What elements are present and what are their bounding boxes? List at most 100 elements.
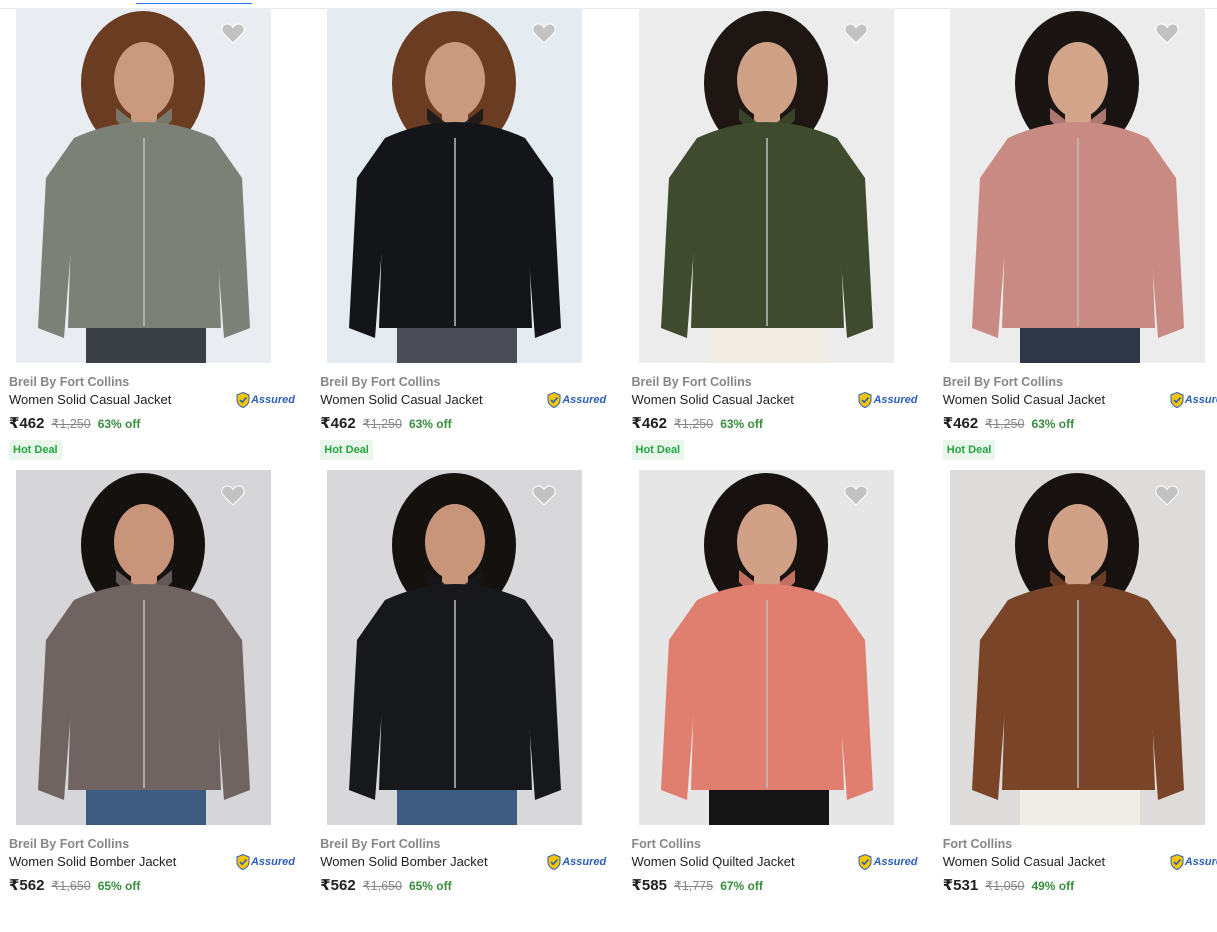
heart-icon: [221, 23, 245, 44]
product-image[interactable]: [327, 470, 583, 825]
assured-label: Assured: [250, 855, 295, 868]
product-card[interactable]: Breil By Fort Collins Women Solid Casual…: [311, 8, 622, 470]
selling-price: ₹462: [942, 415, 979, 432]
price-row: ₹585 ₹1,775 67% off: [632, 876, 922, 894]
heart-icon: [1155, 23, 1179, 44]
original-price: ₹1,250: [985, 417, 1025, 431]
shield-check-icon: [547, 391, 561, 408]
breadcrumb-link[interactable]: [136, 0, 252, 4]
product-brand: Fort Collins: [942, 837, 1013, 851]
assured-badge: Assured: [858, 391, 918, 408]
assured-label: Assured: [1184, 855, 1217, 868]
shield-check-icon: [236, 391, 250, 408]
price-row: ₹562 ₹1,650 65% off: [320, 876, 610, 894]
assured-label: Assured: [873, 393, 918, 406]
product-photo: [949, 470, 1205, 825]
wishlist-button[interactable]: [1155, 22, 1179, 44]
discount-percent: 67% off: [720, 879, 763, 893]
product-title[interactable]: Women Solid Bomber Jacket: [9, 853, 176, 870]
product-photo: [949, 8, 1205, 363]
product-title[interactable]: Women Solid Casual Jacket: [320, 391, 482, 408]
product-title[interactable]: Women Solid Quilted Jacket: [632, 853, 795, 870]
discount-percent: 63% off: [408, 417, 452, 431]
product-info: Breil By Fort Collins Women Solid Casual…: [9, 374, 299, 460]
original-price: ₹1,650: [362, 879, 402, 893]
product-image[interactable]: [949, 470, 1205, 825]
assured-label: Assured: [562, 855, 607, 868]
product-card[interactable]: Breil By Fort Collins Women Solid Casual…: [623, 8, 934, 470]
price-row: ₹562 ₹1,650 65% off: [9, 876, 299, 894]
assured-label: Assured: [562, 393, 607, 406]
assured-badge: Assured: [1170, 391, 1217, 408]
selling-price: ₹462: [631, 415, 667, 432]
product-brand: Breil By Fort Collins: [320, 375, 441, 389]
hot-deal-badge: Hot Deal: [9, 440, 62, 460]
wishlist-button[interactable]: [221, 484, 245, 506]
price-row: ₹462 ₹1,250 63% off: [943, 414, 1217, 432]
hot-deal-badge: Hot Deal: [631, 440, 685, 460]
wishlist-button[interactable]: [221, 22, 245, 44]
product-info: Breil By Fort Collins Women Solid Bomber…: [320, 836, 610, 894]
product-image[interactable]: [16, 8, 271, 363]
assured-badge: Assured: [547, 853, 607, 870]
discount-percent: 63% off: [97, 417, 141, 431]
product-brand: Breil By Fort Collins: [942, 375, 1063, 389]
product-card[interactable]: Breil By Fort Collins Women Solid Casual…: [0, 8, 311, 470]
wishlist-button[interactable]: [532, 22, 556, 44]
price-row: ₹462 ₹1,250 63% off: [632, 414, 922, 432]
product-info: Fort Collins Women Solid Casual Jacket A…: [943, 836, 1217, 894]
product-title[interactable]: Women Solid Casual Jacket: [632, 391, 794, 408]
product-card[interactable]: Breil By Fort Collins Women Solid Bomber…: [0, 470, 311, 932]
shield-check-icon: [858, 391, 872, 408]
product-title[interactable]: Women Solid Casual Jacket: [943, 391, 1105, 408]
wishlist-button[interactable]: [843, 22, 868, 44]
product-card[interactable]: Breil By Fort Collins Women Solid Casual…: [934, 8, 1217, 470]
discount-percent: 63% off: [1031, 417, 1075, 431]
product-info: Fort Collins Women Solid Quilted Jacket …: [632, 836, 922, 894]
selling-price: ₹531: [942, 877, 979, 894]
shield-check-icon: [236, 853, 250, 870]
product-brand: Breil By Fort Collins: [631, 375, 752, 389]
heart-icon: [843, 23, 868, 44]
price-row: ₹462 ₹1,250 63% off: [9, 414, 299, 432]
product-image[interactable]: [327, 8, 583, 363]
product-image[interactable]: [638, 8, 894, 363]
product-photo: [327, 470, 583, 825]
product-title[interactable]: Women Solid Casual Jacket: [9, 391, 171, 408]
original-price: ₹1,050: [985, 879, 1025, 893]
heart-icon: [221, 485, 245, 506]
product-info: Breil By Fort Collins Women Solid Casual…: [631, 374, 922, 460]
shield-check-icon: [858, 853, 872, 870]
heart-icon: [1155, 485, 1179, 506]
product-photo: [638, 8, 894, 363]
original-price: ₹1,650: [51, 879, 91, 893]
original-price: ₹1,775: [673, 879, 714, 893]
product-brand: Breil By Fort Collins: [9, 837, 130, 851]
product-photo: [638, 470, 894, 825]
product-info: Breil By Fort Collins Women Solid Casual…: [320, 374, 610, 460]
original-price: ₹1,250: [51, 417, 91, 431]
wishlist-button[interactable]: [532, 484, 556, 506]
product-title[interactable]: Women Solid Casual Jacket: [943, 853, 1105, 870]
product-image[interactable]: [638, 470, 894, 825]
shield-check-icon: [547, 853, 561, 870]
product-card[interactable]: Fort Collins Women Solid Casual Jacket A…: [934, 470, 1217, 932]
product-card[interactable]: Fort Collins Women Solid Quilted Jacket …: [623, 470, 934, 932]
heart-icon: [843, 485, 868, 506]
product-image[interactable]: [949, 8, 1205, 363]
product-brand: Breil By Fort Collins: [320, 837, 441, 851]
product-info: Breil By Fort Collins Women Solid Casual…: [942, 374, 1217, 460]
product-brand: Fort Collins: [631, 837, 701, 851]
assured-badge: Assured: [1170, 853, 1217, 870]
product-image[interactable]: [16, 470, 271, 825]
shield-check-icon: [1170, 391, 1184, 408]
wishlist-button[interactable]: [843, 484, 868, 506]
shield-check-icon: [1170, 853, 1184, 870]
product-card[interactable]: Breil By Fort Collins Women Solid Bomber…: [311, 470, 622, 932]
hot-deal-badge: Hot Deal: [320, 440, 373, 460]
product-title[interactable]: Women Solid Bomber Jacket: [320, 853, 487, 870]
product-photo: [16, 470, 271, 825]
product-photo: [327, 8, 583, 363]
selling-price: ₹585: [631, 877, 667, 894]
wishlist-button[interactable]: [1155, 484, 1179, 506]
